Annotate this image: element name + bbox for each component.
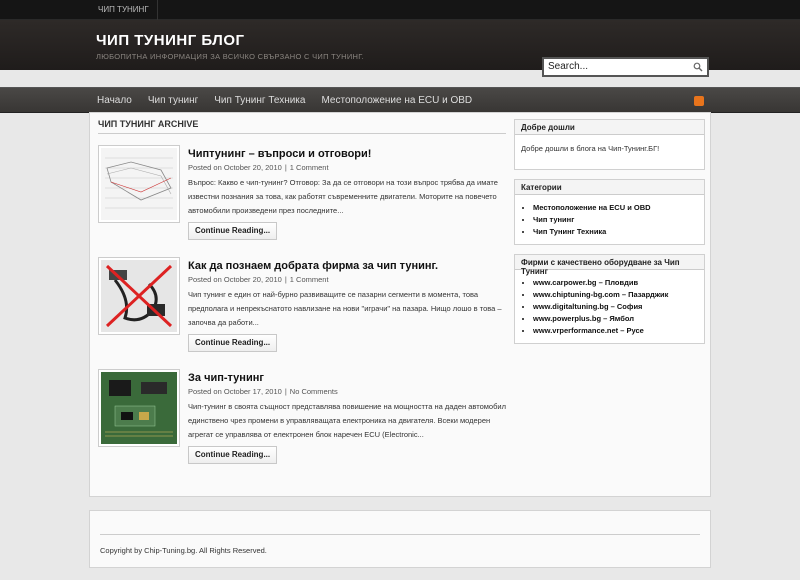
firm-link[interactable]: www.chiptuning-bg.com – Пазарджик [533, 289, 698, 301]
post: Чиптунинг – въпроси и отговори! Posted o… [98, 145, 506, 255]
continue-reading-button[interactable]: Continue Reading... [188, 446, 278, 464]
search-icon[interactable] [693, 62, 703, 72]
archive-title: ЧИП ТУНИНГ ARCHIVE [98, 119, 506, 134]
continue-reading-button[interactable]: Continue Reading... [188, 334, 278, 352]
site-header: ЧИП ТУНИНГ БЛОГ ЛЮБОПИТНА ИНФОРМАЦИЯ ЗА … [0, 20, 800, 77]
nav-item-home[interactable]: Начало [89, 88, 140, 113]
post-meta: Posted on October 17, 2010 | No Comments [188, 387, 338, 396]
graph-image-icon [101, 148, 177, 220]
top-bar: ЧИП ТУНИНГ [0, 0, 800, 20]
nav-item-chip-tuning-tech[interactable]: Чип Тунинг Техника [206, 88, 313, 113]
post: За чип-тунинг Posted on October 17, 2010… [98, 369, 506, 479]
firm-link[interactable]: www.carpower.bg – Пловдив [533, 277, 698, 289]
category-link[interactable]: Чип Тунинг Техника [533, 226, 698, 238]
post-thumbnail[interactable] [98, 145, 180, 223]
post-date: Posted on October 17, 2010 [188, 387, 282, 396]
content-box: ЧИП ТУНИНГ ARCHIVE Чиптунинг – въпроси и… [89, 112, 711, 497]
firms-body: www.carpower.bg – Пловдив www.chiptuning… [515, 270, 704, 343]
post-excerpt: Чип-тунинг в своята същност представлява… [188, 402, 506, 439]
widget-title: Добре дошли [515, 120, 704, 135]
main-column: ЧИП ТУНИНГ ARCHIVE Чиптунинг – въпроси и… [98, 119, 506, 464]
rss-icon[interactable] [694, 96, 704, 106]
post-thumbnail[interactable] [98, 257, 180, 335]
post-comments-link[interactable]: No Comments [290, 387, 338, 396]
search-input[interactable]: Search... [542, 57, 709, 77]
firm-link[interactable]: www.digitaltuning.bg – София [533, 301, 698, 313]
nav-item-ecu-obd[interactable]: Местоположение на ECU и OBD [313, 88, 480, 113]
top-link-chip-tuning[interactable]: ЧИП ТУНИНГ [90, 0, 158, 20]
categories-widget: Категории Местоположение на ECU и OBD Чи… [514, 179, 705, 245]
widget-title: Фирми с качествено оборудване за Чип Тун… [515, 255, 704, 276]
circuit-board-image-icon [101, 372, 177, 444]
welcome-text: Добре дошли в блога на Чип-Тунинг.БГ! [521, 144, 660, 153]
firms-widget: Фирми с качествено оборудване за Чип Тун… [514, 254, 705, 344]
welcome-widget: Добре дошли Добре дошли в блога на Чип-Т… [514, 119, 705, 170]
post-title[interactable]: За чип-тунинг [188, 372, 264, 384]
footer-divider [100, 534, 700, 535]
nav-item-chip-tuning[interactable]: Чип тунинг [140, 88, 206, 113]
post-meta: Posted on October 20, 2010 | 1 Comment [188, 163, 329, 172]
site-description: ЛЮБОПИТНА ИНФОРМАЦИЯ ЗА ВСИЧКО СВЪРЗАНО … [96, 52, 365, 61]
post-date: Posted on October 20, 2010 [188, 275, 282, 284]
post-excerpt: Въпрос: Какво е чип-тунинг? Отговор: За … [188, 178, 498, 215]
widget-title: Категории [515, 180, 704, 195]
firm-link[interactable]: www.powerplus.bg – Ямбол [533, 313, 698, 325]
search-input-value: Search... [548, 61, 589, 72]
post-date: Posted on October 20, 2010 [188, 163, 282, 172]
post-title[interactable]: Чиптунинг – въпроси и отговори! [188, 148, 371, 160]
copyright-text: Copyright by Chip-Tuning.bg. All Rights … [100, 546, 267, 555]
continue-reading-button[interactable]: Continue Reading... [188, 222, 278, 240]
categories-body: Местоположение на ECU и OBD Чип тунинг Ч… [515, 195, 704, 244]
firm-link[interactable]: www.vrperformance.net – Русе [533, 325, 698, 337]
post-meta: Posted on October 20, 2010 | 1 Comment [188, 275, 329, 284]
post-thumbnail[interactable] [98, 369, 180, 447]
site-footer: Copyright by Chip-Tuning.bg. All Rights … [89, 510, 711, 568]
post-comments-link[interactable]: 1 Comment [290, 275, 329, 284]
main-nav: Начало Чип тунинг Чип Тунинг Техника Мес… [0, 87, 800, 113]
crossed-cable-image-icon [101, 260, 177, 332]
site-title[interactable]: ЧИП ТУНИНГ БЛОГ [96, 32, 244, 49]
sidebar: Добре дошли Добре дошли в блога на Чип-Т… [514, 119, 705, 353]
category-link[interactable]: Чип тунинг [533, 214, 698, 226]
post-excerpt: Чип тунинг е един от най-бурно развиващи… [188, 290, 502, 327]
post-comments-link[interactable]: 1 Comment [290, 163, 329, 172]
category-link[interactable]: Местоположение на ECU и OBD [533, 202, 698, 214]
post-title[interactable]: Как да познаем добрата фирма за чип туни… [188, 260, 438, 272]
post: Как да познаем добрата фирма за чип туни… [98, 257, 506, 367]
